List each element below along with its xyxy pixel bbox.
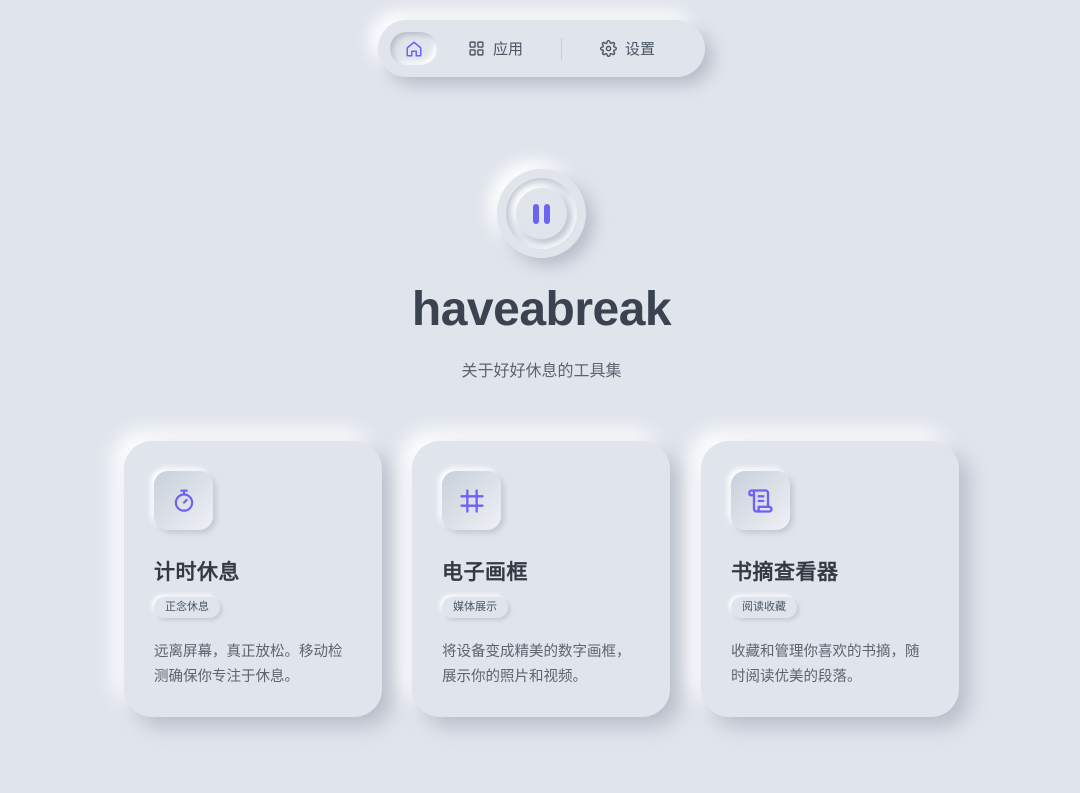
nav-settings-label: 设置: [625, 41, 656, 58]
gear-icon: [600, 40, 617, 57]
scroll-icon: [747, 488, 773, 513]
nav-divider: [561, 37, 563, 60]
card-quote-viewer[interactable]: 书摘查看器 阅读收藏 收藏和管理你喜欢的书摘，随时阅读优美的段落。: [701, 441, 959, 717]
home-button[interactable]: [390, 32, 437, 65]
nav-apps-button[interactable]: 应用: [468, 38, 523, 59]
stopwatch-icon: [174, 489, 193, 512]
card-title: 书摘查看器: [731, 561, 839, 584]
card-description: 收藏和管理你喜欢的书摘，随时阅读优美的段落。: [731, 644, 920, 685]
card-icon-box: [154, 471, 213, 530]
top-nav: 应用 设置: [378, 20, 705, 77]
page: 应用 设置 haveabreak 关于好好休息的工具集 计时休息 正念休息 远离…: [0, 0, 1080, 793]
pause-bar-left: [533, 203, 539, 224]
frame-icon: [459, 488, 484, 513]
card-digital-frame[interactable]: 电子画框 媒体展示 将设备变成精美的数字画框，展示你的照片和视频。: [412, 441, 670, 717]
page-subtitle: 关于好好休息的工具集: [461, 363, 622, 380]
hero-logo-ring: [506, 178, 577, 249]
pause-bar-right: [544, 203, 550, 224]
card-tag: 媒体展示: [442, 597, 508, 618]
card-timer-break[interactable]: 计时休息 正念休息 远离屏幕，真正放松。移动检测确保你专注于休息。: [124, 441, 382, 717]
card-icon-box: [442, 471, 501, 530]
hero-logo: [497, 169, 586, 258]
pause-icon: [531, 203, 553, 224]
card-icon-box: [731, 471, 790, 530]
nav-apps-label: 应用: [493, 41, 524, 58]
card-title: 电子画框: [442, 561, 528, 584]
pause-button[interactable]: [516, 188, 567, 239]
card-description: 将设备变成精美的数字画框，展示你的照片和视频。: [442, 644, 631, 685]
grid-icon: [469, 41, 484, 56]
card-description: 远离屏幕，真正放松。移动检测确保你专注于休息。: [154, 644, 343, 685]
nav-settings-button[interactable]: 设置: [600, 38, 655, 59]
page-title: haveabreak: [411, 283, 672, 336]
home-icon: [406, 41, 421, 56]
card-tag: 阅读收藏: [731, 597, 797, 618]
card-tag: 正念休息: [154, 597, 220, 618]
card-title: 计时休息: [154, 561, 240, 584]
